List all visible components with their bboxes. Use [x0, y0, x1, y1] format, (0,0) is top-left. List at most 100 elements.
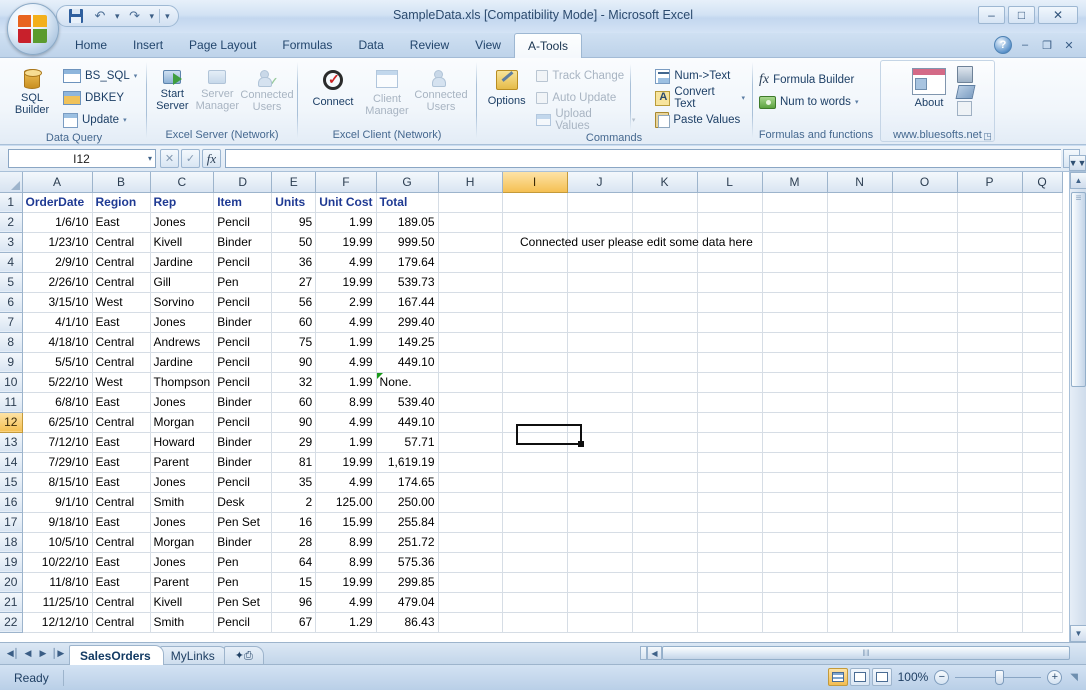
cell-J2[interactable]: [567, 212, 633, 233]
cell-D11[interactable]: Binder: [213, 392, 273, 413]
cell-D13[interactable]: Binder: [213, 432, 273, 453]
options-button[interactable]: Options: [480, 63, 533, 109]
cell-C18[interactable]: Morgan: [150, 532, 215, 553]
cell-M16[interactable]: [762, 492, 828, 513]
cell-C17[interactable]: Jones: [150, 512, 215, 533]
cell-A19[interactable]: 10/22/10: [22, 552, 93, 573]
cell-Q21[interactable]: [1022, 592, 1063, 613]
horizontal-scroll-thumb[interactable]: ‖‖: [662, 646, 1070, 660]
cell-K20[interactable]: [632, 572, 698, 593]
formula-builder-button[interactable]: fx Formula Builder: [756, 69, 861, 91]
cell-E2[interactable]: 95: [271, 212, 317, 233]
cell-E3[interactable]: 50: [271, 232, 317, 253]
cell-N9[interactable]: [827, 352, 893, 373]
cell-O5[interactable]: [892, 272, 958, 293]
cell-I15[interactable]: [502, 472, 568, 493]
minimize-ribbon-button[interactable]: –: [1016, 39, 1034, 51]
column-header-O[interactable]: O: [892, 172, 958, 193]
resize-grip-icon[interactable]: ◥: [1070, 672, 1078, 683]
cell-M11[interactable]: [762, 392, 828, 413]
cell-F12[interactable]: 4.99: [315, 412, 377, 433]
sheet-note-text[interactable]: Connected user please edit some data her…: [520, 235, 753, 249]
cell-H8[interactable]: [438, 332, 503, 353]
cell-P18[interactable]: [957, 532, 1023, 553]
cell-H3[interactable]: [438, 232, 503, 253]
cell-L10[interactable]: [697, 372, 763, 393]
cell-E12[interactable]: 90: [271, 412, 317, 433]
cell-E4[interactable]: 36: [271, 252, 317, 273]
column-header-Q[interactable]: Q: [1022, 172, 1063, 193]
zoom-in-button[interactable]: +: [1047, 669, 1063, 685]
cell-M15[interactable]: [762, 472, 828, 493]
restore-window-button[interactable]: ❐: [1038, 39, 1056, 52]
cell-O18[interactable]: [892, 532, 958, 553]
horizontal-split-box[interactable]: [640, 646, 647, 660]
cell-Q16[interactable]: [1022, 492, 1063, 513]
cell-C14[interactable]: Parent: [150, 452, 215, 473]
cell-A12[interactable]: 6/25/10: [22, 412, 93, 433]
cell-E6[interactable]: 56: [271, 292, 317, 313]
cell-J14[interactable]: [567, 452, 633, 473]
cell-P20[interactable]: [957, 572, 1023, 593]
cell-K6[interactable]: [632, 292, 698, 313]
cell-N19[interactable]: [827, 552, 893, 573]
cell-J9[interactable]: [567, 352, 633, 373]
cell-F2[interactable]: 1.99: [315, 212, 377, 233]
cell-I6[interactable]: [502, 292, 568, 313]
column-header-H[interactable]: H: [438, 172, 503, 193]
cell-Q20[interactable]: [1022, 572, 1063, 593]
cell-D8[interactable]: Pencil: [213, 332, 273, 353]
row-header-6[interactable]: 6: [0, 292, 23, 313]
cell-N21[interactable]: [827, 592, 893, 613]
cell-I17[interactable]: [502, 512, 568, 533]
cell-M1[interactable]: [762, 192, 828, 213]
cell-N13[interactable]: [827, 432, 893, 453]
formula-input[interactable]: [225, 149, 1061, 168]
cell-L21[interactable]: [697, 592, 763, 613]
row-header-12[interactable]: 12: [0, 412, 23, 433]
chevron-down-icon[interactable]: ▾: [741, 94, 745, 102]
cell-J1[interactable]: [567, 192, 633, 213]
page-layout-view-button[interactable]: [849, 668, 870, 686]
cell-C5[interactable]: Gill: [150, 272, 215, 293]
cell-J8[interactable]: [567, 332, 633, 353]
cell-D10[interactable]: Pencil: [213, 372, 273, 393]
cell-N1[interactable]: [827, 192, 893, 213]
cell-K8[interactable]: [632, 332, 698, 353]
cell-Q12[interactable]: [1022, 412, 1063, 433]
row-header-18[interactable]: 18: [0, 532, 23, 553]
cell-C12[interactable]: Morgan: [150, 412, 215, 433]
cell-O10[interactable]: [892, 372, 958, 393]
cell-M2[interactable]: [762, 212, 828, 233]
cell-G4[interactable]: 179.64: [376, 252, 439, 273]
cell-G20[interactable]: 299.85: [376, 572, 439, 593]
cell-C3[interactable]: Kivell: [150, 232, 215, 253]
cell-F16[interactable]: 125.00: [315, 492, 377, 513]
cell-P8[interactable]: [957, 332, 1023, 353]
cell-F18[interactable]: 8.99: [315, 532, 377, 553]
cell-C8[interactable]: Andrews: [150, 332, 215, 353]
pen-icon[interactable]: [955, 85, 976, 99]
cell-M13[interactable]: [762, 432, 828, 453]
cell-B17[interactable]: East: [92, 512, 151, 533]
cell-O12[interactable]: [892, 412, 958, 433]
cell-M17[interactable]: [762, 512, 828, 533]
horizontal-scrollbar[interactable]: ◀ ‖‖: [640, 645, 1070, 661]
cell-L7[interactable]: [697, 312, 763, 333]
cell-N11[interactable]: [827, 392, 893, 413]
row-header-10[interactable]: 10: [0, 372, 23, 393]
cell-C9[interactable]: Jardine: [150, 352, 215, 373]
cell-G9[interactable]: 449.10: [376, 352, 439, 373]
cell-N6[interactable]: [827, 292, 893, 313]
cell-C13[interactable]: Howard: [150, 432, 215, 453]
cell-B13[interactable]: East: [92, 432, 151, 453]
cell-G17[interactable]: 255.84: [376, 512, 439, 533]
zoom-out-button[interactable]: −: [934, 669, 950, 685]
cell-O4[interactable]: [892, 252, 958, 273]
cell-K17[interactable]: [632, 512, 698, 533]
row-header-1[interactable]: 1: [0, 192, 23, 213]
cell-K22[interactable]: [632, 612, 698, 633]
cell-E15[interactable]: 35: [271, 472, 317, 493]
cell-I5[interactable]: [502, 272, 568, 293]
cell-F8[interactable]: 1.99: [315, 332, 377, 353]
